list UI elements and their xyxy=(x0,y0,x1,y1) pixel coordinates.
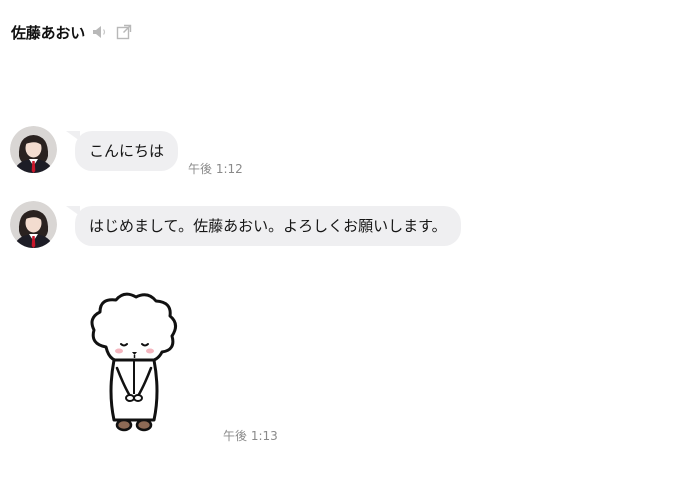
message-row: こんにちは 午後 1:12 xyxy=(10,126,243,176)
chat-header: 佐藤あおい xyxy=(11,20,133,44)
message-text: はじめまして。佐藤あおい。よろしくお願いします。 xyxy=(89,217,447,235)
avatar[interactable] xyxy=(10,126,57,173)
message-time: 午後 1:12 xyxy=(188,162,243,176)
contact-name: 佐藤あおい xyxy=(11,23,86,42)
message-bubble[interactable]: こんにちは xyxy=(65,131,179,171)
message-text: こんにちは xyxy=(89,142,165,160)
message-row: はじめまして。佐藤あおい。よろしくお願いします。 xyxy=(10,201,461,248)
speaker-icon[interactable] xyxy=(91,23,109,41)
popout-icon[interactable] xyxy=(115,23,133,41)
bowing-sheep-sticker[interactable] xyxy=(84,292,184,437)
sticker-time: 午後 1:13 xyxy=(223,429,278,443)
avatar[interactable] xyxy=(10,201,57,248)
message-bubble[interactable]: はじめまして。佐藤あおい。よろしくお願いします。 xyxy=(66,206,461,246)
